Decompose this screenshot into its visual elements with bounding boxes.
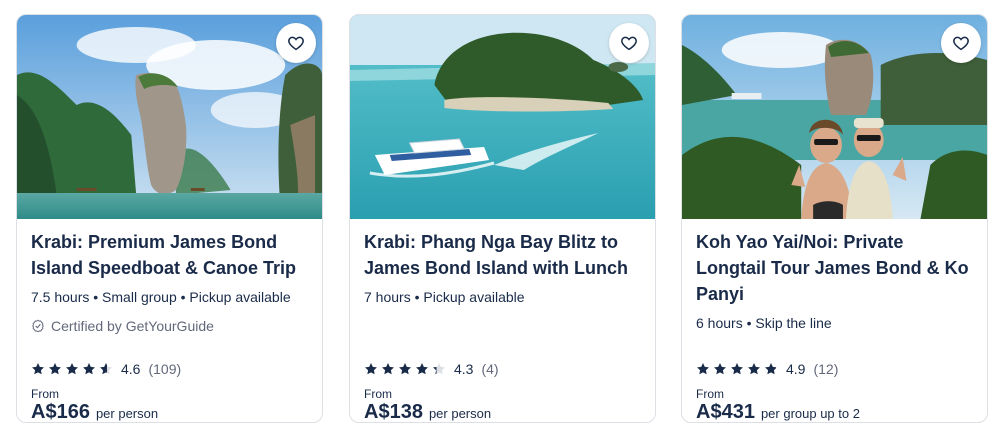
price-block: From A$431 per group up to 2: [696, 387, 860, 423]
certified-label: Certified by GetYourGuide: [51, 318, 214, 334]
star-icon: [32, 363, 44, 375]
price-from-label: From: [31, 387, 59, 401]
star-icon: [765, 363, 777, 375]
star-icon: [399, 363, 411, 375]
rating-score: 4.6: [121, 361, 141, 377]
review-count: (4): [481, 361, 499, 377]
rating-row: 4.3 (4): [364, 361, 499, 377]
price-from-label: From: [696, 387, 724, 401]
rating-score: 4.3: [454, 361, 474, 377]
star-rating: [31, 362, 113, 376]
rating-row: 4.6 (109): [31, 361, 181, 377]
activity-meta: 7 hours • Pickup available: [364, 289, 525, 305]
price-unit: per group up to 2: [760, 406, 860, 421]
star-icon: [382, 363, 394, 375]
wishlist-button[interactable]: [609, 23, 649, 63]
price-block: From A$166 per person: [31, 387, 159, 423]
heart-outline-icon: [288, 36, 304, 51]
price-value: A$166: [31, 401, 90, 423]
star-icon: [49, 363, 61, 375]
activity-photo[interactable]: [682, 15, 987, 219]
activity-title[interactable]: Koh Yao Yai/Noi: Private Longtail Tour J…: [696, 229, 973, 307]
wishlist-button[interactable]: [276, 23, 316, 63]
star-rating: [364, 362, 446, 376]
heart-outline-icon: [953, 36, 969, 51]
price-unit: per person: [95, 406, 159, 421]
card-body: Koh Yao Yai/Noi: Private Longtail Tour J…: [682, 219, 987, 422]
price-value: A$138: [364, 401, 423, 423]
price-block: From A$138 per person: [364, 387, 492, 423]
wishlist-button[interactable]: [941, 23, 981, 63]
activity-card[interactable]: Krabi: Premium James Bond Island Speedbo…: [16, 14, 323, 423]
activity-meta: 6 hours • Skip the line: [696, 315, 832, 331]
star-icon: [66, 363, 78, 375]
star-icon: [365, 363, 377, 375]
price-value: A$431: [696, 401, 755, 423]
star-icon: [433, 363, 445, 375]
review-count: (12): [813, 361, 839, 377]
star-rating: [696, 362, 778, 376]
star-icon: [100, 363, 112, 375]
star-icon: [731, 363, 743, 375]
star-icon: [416, 363, 428, 375]
review-count: (109): [148, 361, 182, 377]
rating-row: 4.9 (12): [696, 361, 838, 377]
star-icon: [714, 363, 726, 375]
activity-card[interactable]: Krabi: Phang Nga Bay Blitz to James Bond…: [349, 14, 656, 423]
star-icon: [748, 363, 760, 375]
activity-photo[interactable]: [17, 15, 322, 219]
rating-score: 4.9: [786, 361, 806, 377]
check-badge-icon: [32, 319, 44, 333]
activity-title[interactable]: Krabi: Phang Nga Bay Blitz to James Bond…: [364, 229, 641, 281]
price-from-label: From: [364, 387, 392, 401]
activity-meta: 7.5 hours • Small group • Pickup availab…: [31, 289, 291, 305]
price-unit: per person: [428, 406, 492, 421]
activity-title[interactable]: Krabi: Premium James Bond Island Speedbo…: [31, 229, 308, 281]
activity-photo[interactable]: [350, 15, 655, 219]
star-icon: [83, 363, 95, 375]
star-icon: [697, 363, 709, 375]
certified-badge: Certified by GetYourGuide: [31, 318, 308, 334]
card-body: Krabi: Premium James Bond Island Speedbo…: [17, 219, 322, 422]
heart-outline-icon: [621, 36, 637, 51]
activity-card[interactable]: Koh Yao Yai/Noi: Private Longtail Tour J…: [681, 14, 988, 423]
card-body: Krabi: Phang Nga Bay Blitz to James Bond…: [350, 219, 655, 422]
